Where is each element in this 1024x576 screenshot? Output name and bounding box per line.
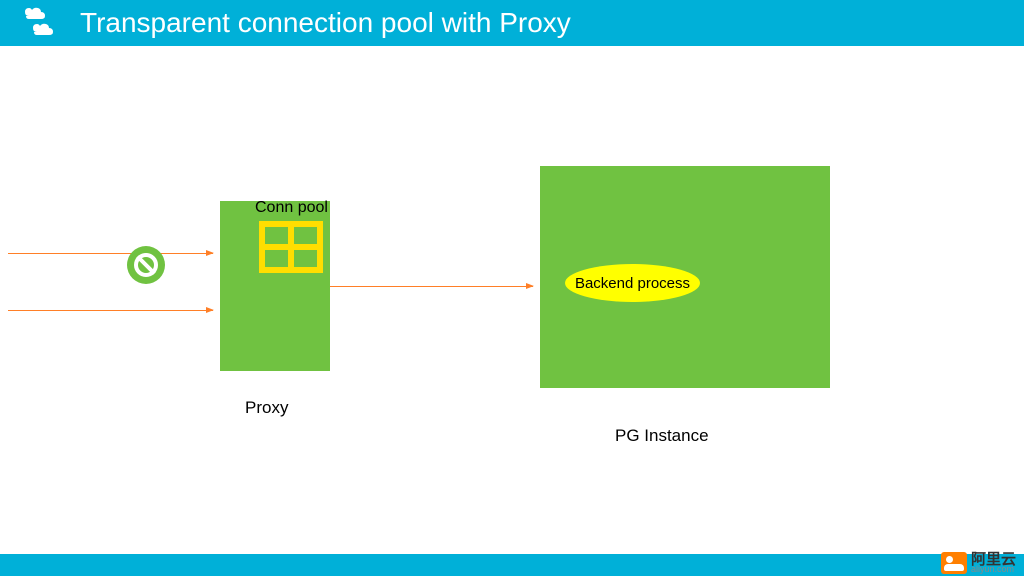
backend-process-ellipse: Backend process — [565, 264, 700, 302]
brand-name-en: aliyun.com — [971, 565, 1016, 574]
diagram-area: Conn pool Proxy Backend process PG Insta… — [0, 46, 1024, 546]
arrow-client-to-proxy-2 — [8, 310, 213, 311]
slide-header: Transparent connection pool with Proxy — [0, 0, 1024, 46]
slide-footer — [0, 554, 1024, 576]
block-icon — [127, 246, 165, 284]
proxy-label: Proxy — [245, 398, 288, 418]
backend-process-label: Backend process — [575, 275, 690, 292]
cloud-logo-icon — [0, 0, 80, 46]
aliyun-logo-icon — [941, 552, 967, 574]
pg-instance-label: PG Instance — [615, 426, 709, 446]
arrow-proxy-to-pg — [330, 286, 533, 287]
conn-pool-label: Conn pool — [255, 199, 328, 217]
brand-badge: 阿里云 aliyun.com — [941, 552, 1016, 574]
slide-title: Transparent connection pool with Proxy — [80, 7, 571, 39]
connection-pool-grid-icon — [259, 221, 323, 273]
arrow-client-to-proxy-1 — [8, 253, 213, 254]
